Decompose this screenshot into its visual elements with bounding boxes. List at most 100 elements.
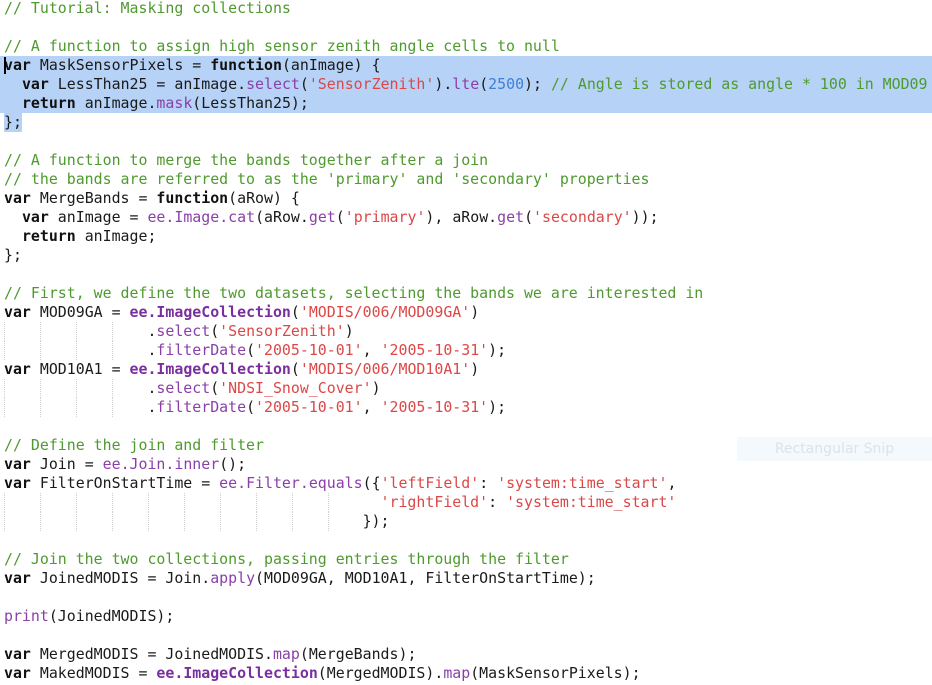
code-line[interactable]: var MakedMODIS = ee.ImageCollection(Merg…: [0, 664, 932, 683]
code-token: anImage;: [75, 227, 157, 245]
code-token: .: [4, 398, 157, 416]
code-line[interactable]: .select('NDSI_Snow_Cover'): [0, 379, 932, 398]
keyword-token: return: [21, 94, 76, 112]
code-line[interactable]: return anImage;: [0, 227, 932, 246]
code-line[interactable]: });: [0, 512, 932, 531]
code-line[interactable]: var MOD10A1 = ee.ImageCollection('MODIS/…: [0, 360, 932, 379]
code-token: );: [488, 341, 507, 359]
rectangular-snip-tooltip: Rectangular Snip: [737, 437, 932, 461]
code-token: ), aRow.: [425, 208, 498, 226]
code-line[interactable]: .filterDate('2005-10-01', '2005-10-31');: [0, 398, 932, 417]
function-token: print: [4, 607, 49, 625]
function-token: mask: [156, 94, 193, 112]
string-token: 'MODIS/006/MOD09GA': [299, 303, 471, 321]
code-line[interactable]: var anImage = ee.Image.cat(aRow.get('pri…: [0, 208, 932, 227]
function-token: ee.ImageCollection: [129, 360, 291, 378]
code-token: (MergedMODIS).: [317, 664, 444, 682]
string-token: 'SensorZenith': [308, 75, 435, 93]
code-token: (: [290, 360, 300, 378]
keyword-token: function: [156, 189, 229, 207]
code-line[interactable]: // A function to assign high sensor zeni…: [0, 37, 932, 56]
code-token: MakedMODIS =: [30, 664, 157, 682]
code-line[interactable]: var JoinedMODIS = Join.apply(MOD09GA, MO…: [0, 569, 932, 588]
keyword-token: var: [4, 360, 31, 378]
code-token: (MOD09GA, MOD10A1, FilterOnStartTime);: [255, 569, 596, 587]
code-line[interactable]: [0, 588, 932, 607]
code-line[interactable]: .filterDate('2005-10-01', '2005-10-31');: [0, 341, 932, 360]
code-line[interactable]: var MergedMODIS = JoinedMODIS.map(MergeB…: [0, 645, 932, 664]
code-token: ,: [667, 474, 677, 492]
function-token: map: [443, 664, 471, 682]
string-token: '2005-10-01': [255, 341, 363, 359]
code-token: );: [524, 75, 551, 93]
code-line[interactable]: .select('SensorZenith'): [0, 322, 932, 341]
code-line[interactable]: // Tutorial: Masking collections: [0, 0, 932, 18]
code-token: });: [4, 512, 390, 530]
code-line[interactable]: var MaskSensorPixels = function(anImage)…: [0, 56, 932, 75]
code-token: MOD10A1 =: [30, 360, 130, 378]
code-token: ({: [362, 474, 381, 492]
code-line[interactable]: var FilterOnStartTime = ee.Filter.equals…: [0, 474, 932, 493]
code-line[interactable]: print(JoinedMODIS);: [0, 607, 932, 626]
code-token: (aRow) {: [228, 189, 300, 207]
code-token: :: [479, 474, 498, 492]
code-token: (: [246, 341, 256, 359]
string-token: 'primary': [344, 208, 426, 226]
code-token: (: [479, 75, 489, 93]
function-token: ee.ImageCollection: [129, 303, 291, 321]
function-token: map: [272, 645, 300, 663]
code-token: LessThan25 = anImage.: [48, 75, 247, 93]
code-token: ): [470, 303, 480, 321]
code-line[interactable]: // First, we define the two datasets, se…: [0, 284, 932, 303]
code-line[interactable]: [0, 626, 932, 645]
code-token: (: [290, 303, 300, 321]
code-line[interactable]: return anImage.mask(LessThan25);: [0, 94, 932, 113]
code-editor[interactable]: // Tutorial: Masking collections // A fu…: [0, 0, 932, 683]
code-line[interactable]: // A function to merge the bands togethe…: [0, 151, 932, 170]
code-line[interactable]: var MergeBands = function(aRow) {: [0, 189, 932, 208]
code-token: (MaskSensorPixels);: [470, 664, 641, 682]
code-token: };: [4, 113, 22, 131]
code-line[interactable]: };: [0, 246, 932, 265]
code-line[interactable]: // Join the two collections, passing ent…: [0, 550, 932, 569]
code-token: );: [488, 398, 507, 416]
code-line[interactable]: var MOD09GA = ee.ImageCollection('MODIS/…: [0, 303, 932, 322]
keyword-token: return: [21, 227, 76, 245]
code-line[interactable]: [0, 265, 932, 284]
keyword-token: var: [4, 56, 31, 74]
keyword-token: var: [21, 208, 49, 226]
code-token: Join =: [30, 455, 103, 473]
code-token: (: [524, 208, 534, 226]
keyword-token: var: [4, 474, 31, 492]
code-line[interactable]: [0, 132, 932, 151]
comment-token: // Angle is stored as angle * 100 in MOD…: [550, 75, 928, 93]
code-token: ): [344, 322, 354, 340]
code-line[interactable]: var LessThan25 = anImage.select('SensorZ…: [0, 75, 932, 94]
code-line[interactable]: };: [0, 113, 932, 132]
function-token: get: [497, 208, 525, 226]
code-token: (aRow.: [255, 208, 309, 226]
function-token: select: [246, 75, 300, 93]
code-line[interactable]: 'rightField': 'system:time_start': [0, 493, 932, 512]
keyword-token: var: [4, 569, 31, 587]
code-token: };: [4, 246, 22, 264]
code-line[interactable]: [0, 531, 932, 550]
comment-token: // Join the two collections, passing ent…: [4, 550, 569, 568]
keyword-token: function: [210, 56, 282, 74]
code-line[interactable]: [0, 18, 932, 37]
code-token: (JoinedMODIS);: [48, 607, 175, 625]
function-token: ee.ImageCollection: [156, 664, 318, 682]
number-token: 2500: [488, 75, 525, 93]
function-token: apply: [210, 569, 256, 587]
code-line[interactable]: [0, 417, 932, 436]
code-line[interactable]: // the bands are referred to as the 'pri…: [0, 170, 932, 189]
code-token: (: [246, 398, 256, 416]
string-token: 'NDSI_Snow_Cover': [219, 379, 372, 397]
code-token: (: [299, 75, 309, 93]
keyword-token: var: [4, 189, 31, 207]
string-token: 'system:time_start': [506, 493, 677, 511]
